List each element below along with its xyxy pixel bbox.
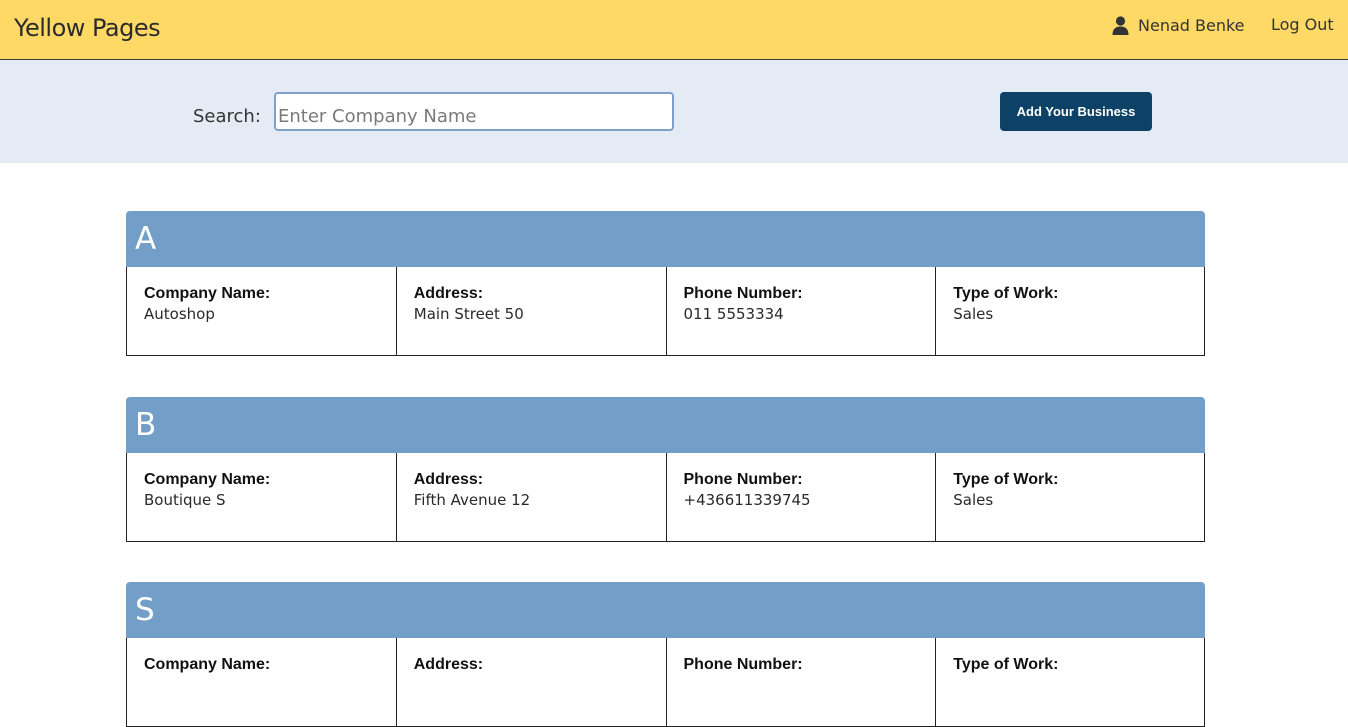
type-label: Type of Work: bbox=[953, 471, 1059, 488]
company-label: Company Name: bbox=[144, 656, 271, 673]
search-band: Search: Add Your Business bbox=[0, 60, 1348, 163]
phone-label: Phone Number: bbox=[683, 285, 803, 302]
phone-cell: Phone Number: +436611339745 bbox=[667, 453, 937, 541]
type-label: Type of Work: bbox=[953, 285, 1059, 302]
phone-label: Phone Number: bbox=[683, 656, 803, 673]
phone-value: +436611339745 bbox=[683, 491, 811, 509]
section-letter: S bbox=[126, 582, 1205, 638]
type-cell: Type of Work: Sales bbox=[936, 453, 1205, 541]
address-cell: Address: Main Street 50 bbox=[397, 267, 667, 355]
company-row[interactable]: Company Name: Address: Phone Number: Typ… bbox=[126, 638, 1205, 727]
company-row[interactable]: Company Name: Boutique S Address: Fifth … bbox=[126, 453, 1205, 542]
phone-cell: Phone Number: 011 5553334 bbox=[667, 267, 937, 355]
section-s: S Company Name: Address: Phone Number: T… bbox=[126, 582, 1205, 727]
phone-cell: Phone Number: bbox=[667, 638, 937, 726]
company-row[interactable]: Company Name: Autoshop Address: Main Str… bbox=[126, 267, 1205, 356]
type-cell: Type of Work: bbox=[936, 638, 1205, 726]
section-a: A Company Name: Autoshop Address: Main S… bbox=[126, 211, 1205, 356]
company-cell: Company Name: Autoshop bbox=[127, 267, 397, 355]
type-cell: Type of Work: Sales bbox=[936, 267, 1205, 355]
phone-label: Phone Number: bbox=[683, 471, 803, 488]
company-value: Autoshop bbox=[144, 305, 215, 323]
company-label: Company Name: bbox=[144, 471, 271, 488]
company-label: Company Name: bbox=[144, 285, 271, 302]
address-label: Address: bbox=[413, 471, 484, 488]
type-value: Sales bbox=[953, 305, 994, 323]
address-value: Main Street 50 bbox=[413, 305, 524, 323]
search-label: Search: bbox=[193, 106, 261, 127]
top-bar: Yellow Pages Nenad Benke Log Out bbox=[0, 0, 1348, 60]
address-cell: Address: bbox=[397, 638, 667, 726]
brand-title[interactable]: Yellow Pages bbox=[14, 14, 161, 42]
search-input[interactable] bbox=[274, 92, 674, 131]
type-value: Sales bbox=[953, 491, 994, 509]
user-icon bbox=[1112, 15, 1129, 35]
user-menu[interactable]: Nenad Benke bbox=[1112, 14, 1245, 36]
user-name: Nenad Benke bbox=[1138, 15, 1245, 35]
address-label: Address: bbox=[413, 656, 484, 673]
address-label: Address: bbox=[413, 285, 484, 302]
address-value: Fifth Avenue 12 bbox=[413, 491, 531, 509]
company-value: Boutique S bbox=[144, 491, 226, 509]
add-business-button[interactable]: Add Your Business bbox=[1000, 92, 1152, 131]
section-b: B Company Name: Boutique S Address: Fift… bbox=[126, 397, 1205, 542]
section-letter: B bbox=[126, 397, 1205, 453]
company-cell: Company Name: Boutique S bbox=[127, 453, 397, 541]
logout-link[interactable]: Log Out bbox=[1271, 15, 1334, 34]
address-cell: Address: Fifth Avenue 12 bbox=[397, 453, 667, 541]
company-cell: Company Name: bbox=[127, 638, 397, 726]
phone-value: 011 5553334 bbox=[683, 305, 784, 323]
section-letter: A bbox=[126, 211, 1205, 267]
type-label: Type of Work: bbox=[953, 656, 1059, 673]
